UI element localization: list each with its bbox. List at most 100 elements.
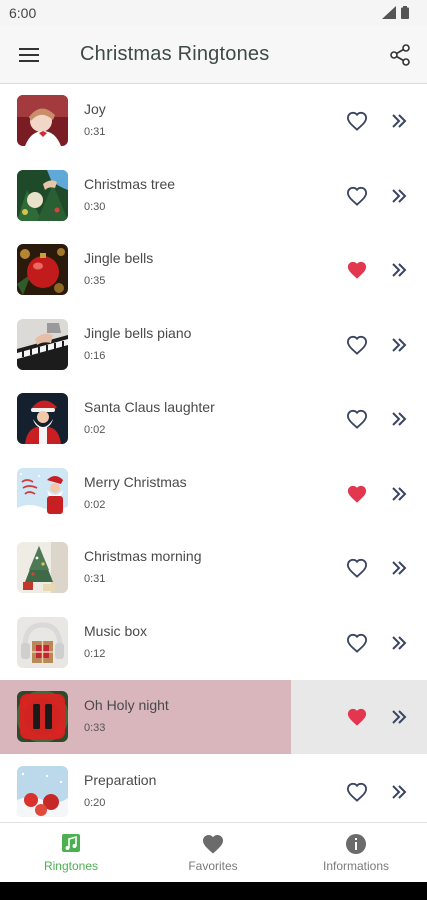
favorite-button[interactable] xyxy=(344,183,370,209)
double-chevron-right-icon xyxy=(392,784,407,799)
favorite-button[interactable] xyxy=(344,481,370,507)
music-note-icon xyxy=(62,834,80,852)
status-time: 6:00 xyxy=(9,5,37,21)
double-chevron-right-icon xyxy=(392,188,407,203)
signal-icon xyxy=(382,6,396,19)
tab-label: Ringtones xyxy=(43,859,99,873)
open-details-button[interactable] xyxy=(386,481,412,507)
favorite-button[interactable] xyxy=(344,406,370,432)
heart-outline-icon xyxy=(346,782,368,802)
ringtone-title: Jingle bells piano xyxy=(84,324,192,341)
heart-filled-icon xyxy=(347,708,367,726)
double-chevron-right-icon xyxy=(392,412,407,426)
tab-ringtones[interactable]: Ringtones xyxy=(0,823,142,883)
favorite-button[interactable] xyxy=(344,108,370,134)
list-item[interactable]: Jingle bells 0:35 xyxy=(0,233,427,307)
list-item[interactable]: Music box 0:12 xyxy=(0,606,427,680)
ringtone-thumbnail xyxy=(17,169,68,221)
favorite-button[interactable] xyxy=(344,630,370,656)
heart-outline-icon xyxy=(346,558,368,578)
ringtone-duration: 0:02 xyxy=(84,424,106,436)
ringtone-thumbnail[interactable] xyxy=(17,691,68,742)
ringtone-thumbnail xyxy=(17,765,68,817)
open-details-button[interactable] xyxy=(386,257,412,283)
open-details-button[interactable] xyxy=(386,332,412,358)
favorite-button[interactable] xyxy=(344,704,370,730)
list-item[interactable]: Merry Christmas 0:02 xyxy=(0,457,427,531)
double-chevron-right-icon xyxy=(392,486,407,501)
ringtone-title: Christmas tree xyxy=(84,175,176,192)
ringtone-thumbnail xyxy=(17,95,68,146)
open-details-button[interactable] xyxy=(386,630,412,656)
ringtone-duration: 0:12 xyxy=(84,647,106,660)
hamburger-menu-icon xyxy=(19,48,39,62)
ringtone-thumbnail xyxy=(17,542,68,593)
ringtone-title: Jingle bells xyxy=(84,250,154,266)
menu-button[interactable] xyxy=(14,40,44,70)
open-details-button[interactable] xyxy=(386,108,412,134)
open-details-button[interactable] xyxy=(386,704,412,730)
ringtone-title: Merry Christmas xyxy=(84,473,187,490)
system-navigation-bar xyxy=(0,882,427,900)
favorite-button[interactable] xyxy=(344,332,370,358)
ringtone-duration: 0:31 xyxy=(84,126,106,138)
ringtone-duration: 0:20 xyxy=(84,796,106,809)
heart-outline-icon xyxy=(346,186,368,206)
ringtone-title: Oh Holy night xyxy=(84,697,169,713)
ringtone-title: Joy xyxy=(84,101,106,117)
share-icon xyxy=(390,44,410,66)
heart-outline-icon xyxy=(346,633,368,653)
ringtone-duration: 0:16 xyxy=(84,349,106,362)
heart-outline-icon xyxy=(346,335,368,355)
ringtone-thumbnail xyxy=(17,616,68,668)
list-item[interactable]: Jingle bells piano 0:16 xyxy=(0,308,427,382)
ringtone-thumbnail xyxy=(17,318,68,370)
info-icon xyxy=(346,834,366,854)
heart-icon xyxy=(203,835,223,854)
list-item[interactable]: Christmas morning 0:31 xyxy=(0,531,427,605)
open-details-button[interactable] xyxy=(386,183,412,209)
double-chevron-right-icon xyxy=(392,114,407,128)
list-item[interactable]: Preparation 0:20 xyxy=(0,755,427,823)
double-chevron-right-icon xyxy=(392,710,407,724)
ringtone-thumbnail xyxy=(17,467,68,519)
heart-filled-icon xyxy=(347,485,367,503)
ringtone-title: Music box xyxy=(84,622,148,639)
tab-favorites[interactable]: Favorites xyxy=(142,823,284,883)
ringtone-duration: 0:33 xyxy=(84,722,106,734)
ringtone-duration: 0:35 xyxy=(84,275,106,287)
ringtone-title: Christmas morning xyxy=(84,548,202,564)
double-chevron-right-icon xyxy=(392,263,407,277)
ringtone-list[interactable]: Joy 0:31 Christmas tree 0:30 Jingle bell… xyxy=(0,84,427,822)
share-button[interactable] xyxy=(385,40,415,70)
favorite-button[interactable] xyxy=(344,257,370,283)
favorite-button[interactable] xyxy=(344,779,370,805)
list-item-playing[interactable]: Oh Holy night 0:33 xyxy=(0,680,427,754)
page-title: Christmas Ringtones xyxy=(80,43,270,65)
list-item[interactable]: Joy 0:31 xyxy=(0,84,427,158)
open-details-button[interactable] xyxy=(386,555,412,581)
ringtone-duration: 0:30 xyxy=(84,200,106,213)
heart-filled-icon xyxy=(347,261,367,279)
tab-label: Favorites xyxy=(188,859,238,873)
ringtone-title: Santa Claus laughter xyxy=(84,399,215,415)
ringtone-title: Preparation xyxy=(84,771,157,788)
status-icons xyxy=(382,6,409,19)
double-chevron-right-icon xyxy=(392,337,407,352)
open-details-button[interactable] xyxy=(386,406,412,432)
list-item[interactable]: Santa Claus laughter 0:02 xyxy=(0,382,427,456)
ringtone-duration: 0:31 xyxy=(84,573,106,585)
ringtone-duration: 0:02 xyxy=(84,498,106,511)
list-item[interactable]: Christmas tree 0:30 xyxy=(0,159,427,233)
heart-outline-icon xyxy=(346,111,368,131)
double-chevron-right-icon xyxy=(392,635,407,650)
ringtone-thumbnail xyxy=(17,244,68,295)
tab-label: Informations xyxy=(322,859,390,873)
ringtone-thumbnail xyxy=(17,393,68,444)
app-bar: Christmas Ringtones xyxy=(0,26,427,84)
heart-outline-icon xyxy=(346,409,368,429)
tab-informations[interactable]: Informations xyxy=(285,823,427,883)
open-details-button[interactable] xyxy=(386,779,412,805)
favorite-button[interactable] xyxy=(344,555,370,581)
status-bar: 6:00 xyxy=(0,0,427,26)
